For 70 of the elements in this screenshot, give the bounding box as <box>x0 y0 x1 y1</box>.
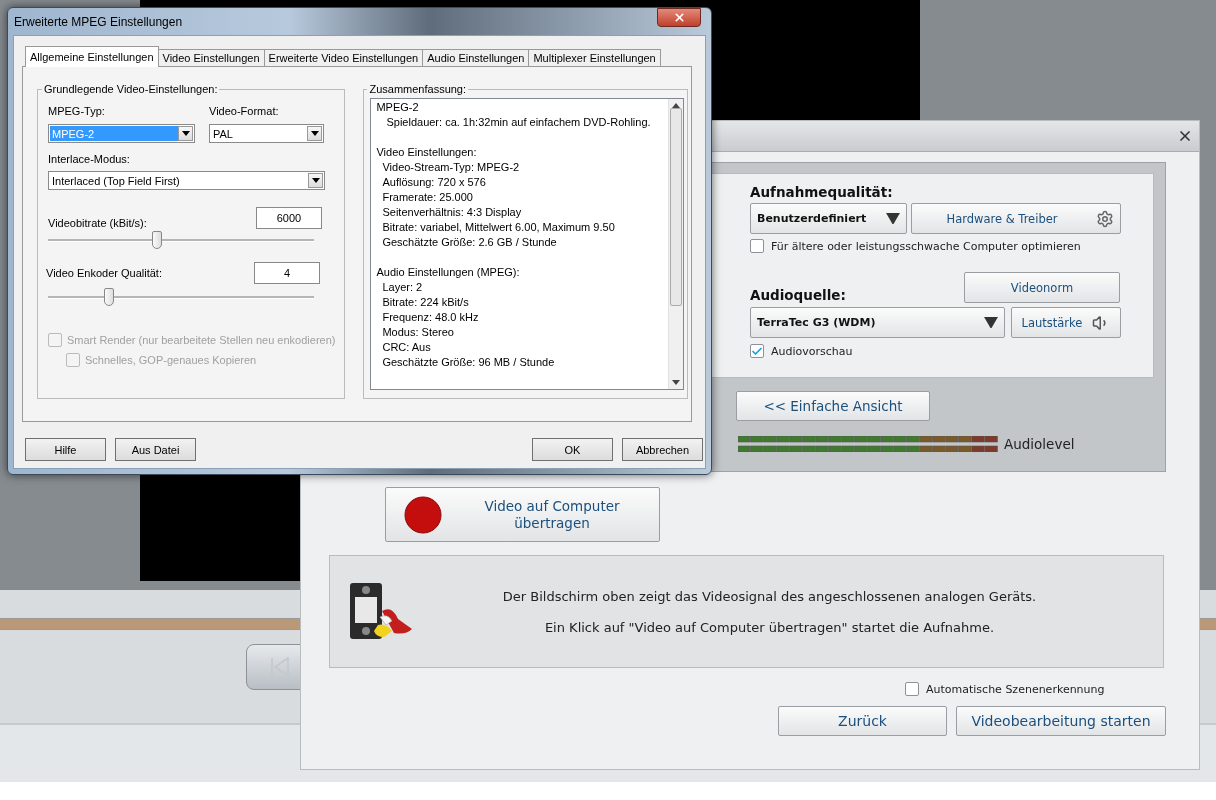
checkbox-label: Für ältere oder leistungsschwache Computer optimieren <box>771 239 1081 253</box>
slider[interactable] <box>48 288 314 307</box>
checkbox[interactable] <box>750 344 764 358</box>
quality-dropdown[interactable]: Benutzerdefiniert <box>750 203 907 234</box>
tab[interactable]: Video Einstellungen <box>157 49 265 67</box>
help-button[interactable]: Hilfe <box>25 438 106 461</box>
field-label: MPEG-Typ: <box>48 105 106 117</box>
summary-line: MPEG-2 <box>376 100 420 115</box>
window-title: Erweiterte MPEG Einstellungen <box>14 15 183 29</box>
record-button[interactable]: Video auf Computer übertragen <box>385 487 660 542</box>
audio-level-label: Audiolevel <box>1004 436 1075 452</box>
cancel-button[interactable]: Abbrechen <box>622 438 703 461</box>
info-text: Der Bildschirm oben zeigt das Videosignal des angeschlossenen analogen Geräts. <box>502 588 1037 604</box>
summary-line: Modus: Stereo <box>381 325 455 340</box>
start-editing-button[interactable]: Videobearbeitung starten <box>956 706 1166 736</box>
summary-line: Auflösung: 720 x 576 <box>381 175 487 190</box>
summary-line: Geschätzte Größe: 2.6 GB / Stunde <box>381 235 558 250</box>
audio-source-dropdown[interactable]: TerraTec G3 (WDM) <box>750 307 1005 338</box>
summary-line: Framerate: 25.000 <box>381 190 474 205</box>
quality-field[interactable]: 4 <box>254 262 320 284</box>
close-button[interactable] <box>657 8 701 27</box>
summary-line: Audio Einstellungen (MPEG): <box>376 265 521 280</box>
summary-line: Spieldauer: ca. 1h:32min auf einfachem DVD-Rohling. <box>385 115 652 130</box>
video-format-combo[interactable]: PAL <box>209 124 324 143</box>
checkbox-label: Smart Render (nur bearbeitete Stellen neu enkodieren) <box>67 334 336 346</box>
record-icon <box>404 495 442 534</box>
summary-line: Bitrate: variabel, Mittelwert 6.00, Maximum 9.50 <box>381 220 616 235</box>
bitrate-field[interactable]: 6000 <box>256 207 322 229</box>
tab[interactable]: Erweiterte Video Einstellungen <box>263 49 424 67</box>
tab[interactable]: Multiplexer Einstellungen <box>528 49 661 67</box>
dropdown-arrow-icon <box>886 212 900 225</box>
close-icon <box>672 11 686 24</box>
summary-line: Video-Stream-Typ: MPEG-2 <box>381 160 521 175</box>
videonorm-button[interactable]: Videonorm <box>964 272 1120 303</box>
checkbox-label: Schnelles, GOP-genaues Kopieren <box>85 354 257 366</box>
field-label: Interlace-Modus: <box>48 153 131 165</box>
summary-line: Video Einstellungen: <box>376 145 478 160</box>
field-label: Videobitrate (kBit/s): <box>48 217 147 229</box>
info-text: Ein Klick auf "Video auf Computer übertragen" startet die Aufnahme. <box>544 619 995 635</box>
summary-line: Seitenverhältnis: 4:3 Display <box>381 205 523 220</box>
close-icon[interactable] <box>1177 128 1193 144</box>
tab[interactable]: Allgemeine Einstellungen <box>25 46 159 67</box>
section-heading: Audioquelle: <box>750 287 846 303</box>
tab[interactable]: Audio Einstellungen <box>422 49 530 67</box>
field-label: Video Enkoder Qualität: <box>46 267 162 279</box>
checkbox-label: Automatische Szenenerkennung <box>926 682 1105 696</box>
summary-line: Frequenz: 48.0 kHz <box>381 310 480 325</box>
gear-icon <box>1096 209 1114 228</box>
summary-line: Layer: 2 <box>381 280 424 295</box>
scrollbar[interactable] <box>668 99 684 389</box>
summary-line: CRC: Aus <box>381 340 432 355</box>
section-heading: Aufnahmequalität: <box>750 184 894 200</box>
back-button[interactable]: Zurück <box>778 706 947 736</box>
hardware-button[interactable]: Hardware & Treiber <box>911 203 1121 234</box>
load-file-button[interactable]: Aus Datei <box>115 438 196 461</box>
checkbox[interactable] <box>750 239 764 253</box>
volume-button[interactable]: Lautstärke <box>1011 307 1121 338</box>
scroll-down-icon[interactable] <box>672 380 681 385</box>
group-title: Grundlegende Video-Einstellungen: <box>43 83 219 95</box>
simple-view-button[interactable]: << Einfache Ansicht <box>736 391 930 421</box>
interlace-combo[interactable]: Interlaced (Top Field First) <box>48 171 325 190</box>
group-title: Zusammenfassung: <box>368 83 468 95</box>
dropdown-arrow-icon <box>984 316 998 329</box>
checkbox-label: Audiovorschau <box>771 344 853 358</box>
summary-line: Bitrate: 224 kBit/s <box>381 295 470 310</box>
checkbox[interactable] <box>905 682 919 696</box>
slider[interactable] <box>48 231 314 250</box>
field-label: Video-Format: <box>209 105 280 117</box>
summary-line: Geschätzte Größe: 96 MB / Stunde <box>381 355 556 370</box>
ok-button[interactable]: OK <box>532 438 613 461</box>
